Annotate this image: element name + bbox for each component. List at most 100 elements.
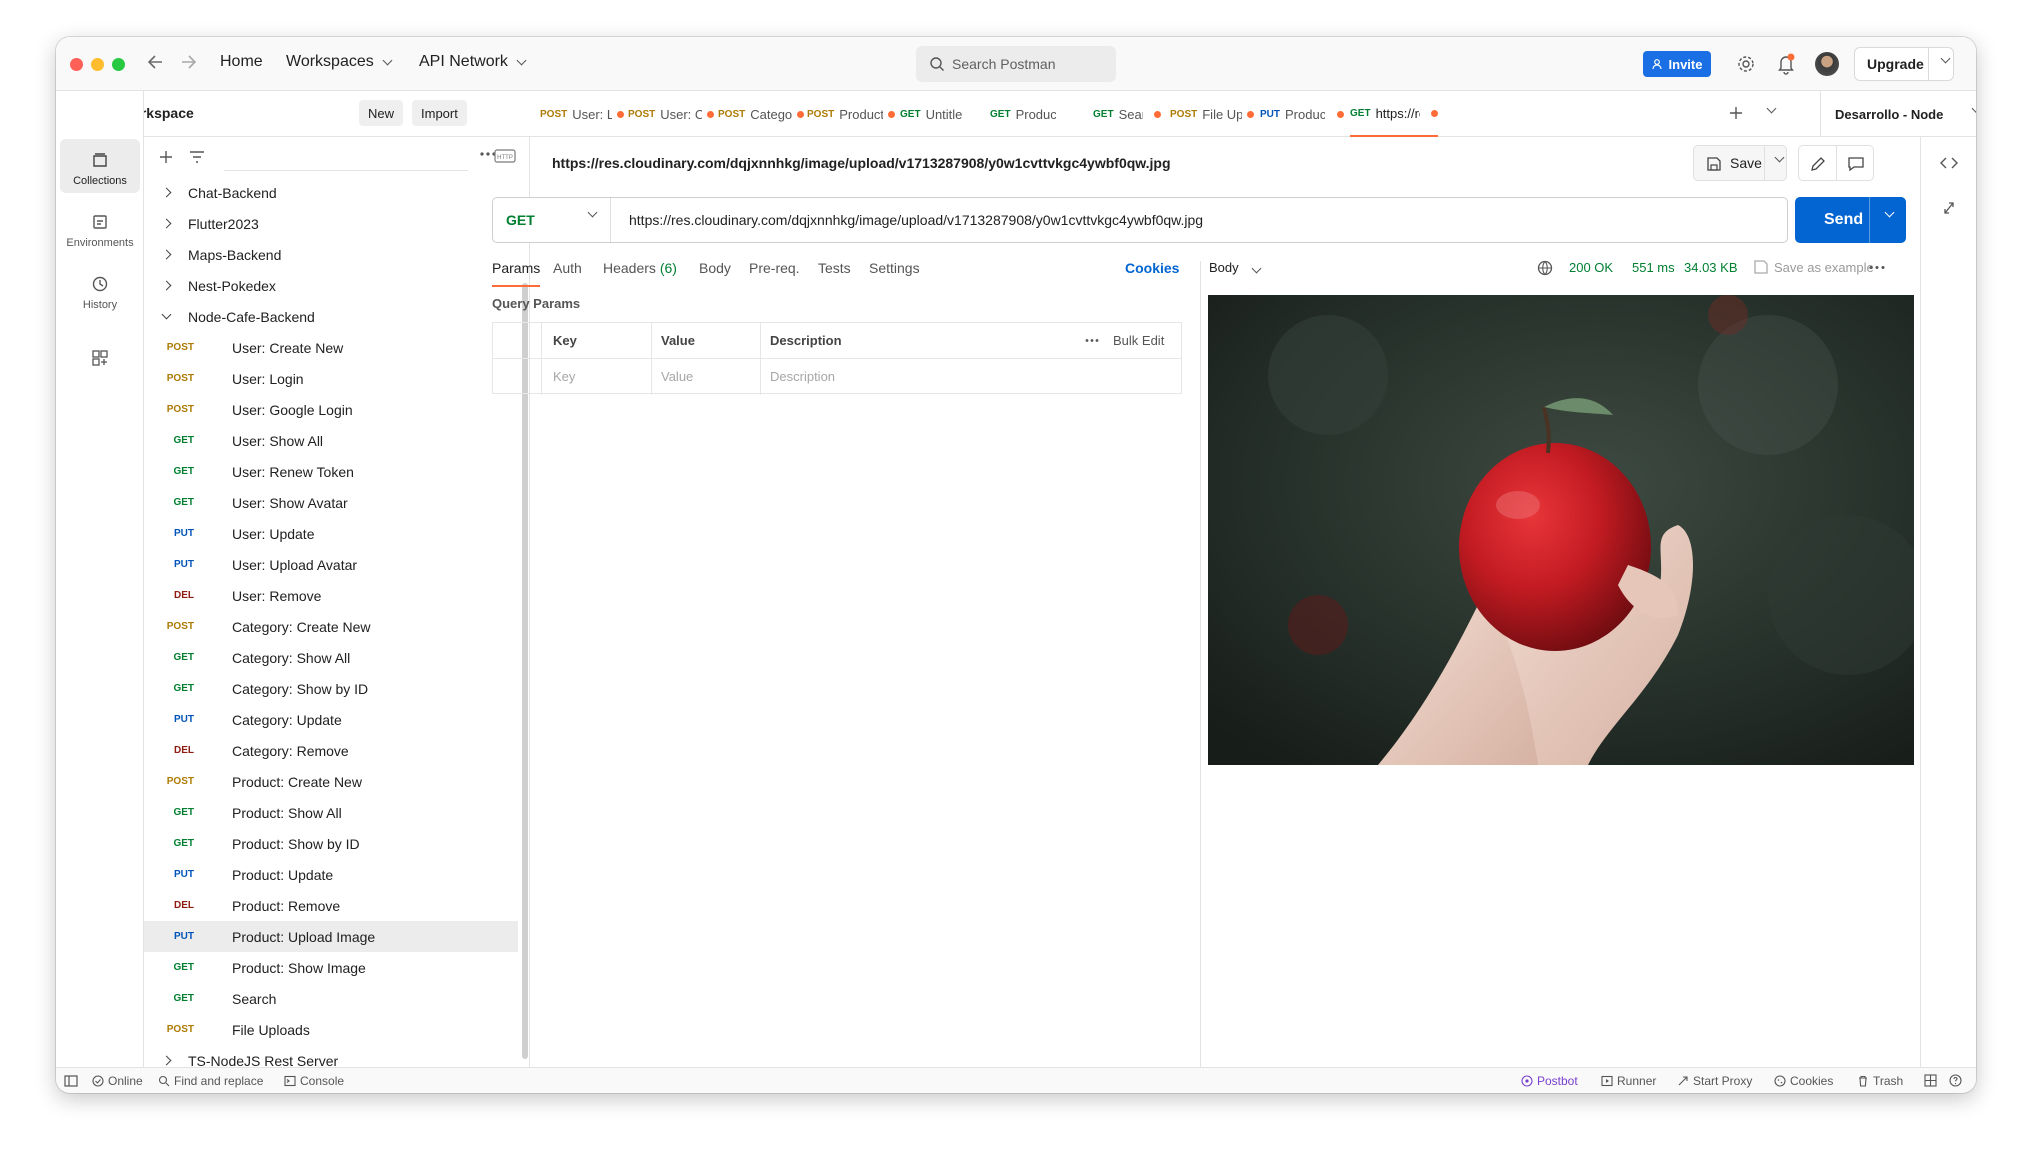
request-item[interactable]: PUT User: Upload Avatar	[144, 549, 518, 580]
request-tab[interactable]: POST Category:	[718, 91, 804, 137]
tab-auth[interactable]: Auth	[553, 260, 582, 276]
close-window-button[interactable]	[70, 58, 83, 71]
collection-folder[interactable]: Chat-Backend	[144, 177, 518, 208]
request-item[interactable]: POST File Uploads	[144, 1014, 518, 1045]
request-item[interactable]: PUT User: Update	[144, 518, 518, 549]
code-icon[interactable]	[1939, 155, 1959, 171]
request-tab[interactable]: GET Untitled Rec	[900, 91, 980, 137]
collection-folder[interactable]: Node-Cafe-Backend	[144, 301, 518, 332]
tabs-chevron-down-icon[interactable]	[1766, 103, 1777, 114]
collection-folder[interactable]: Flutter2023	[144, 208, 518, 239]
filter-input[interactable]	[224, 143, 468, 171]
request-item[interactable]: DEL Category: Remove	[144, 735, 518, 766]
tab-tests[interactable]: Tests	[818, 260, 851, 276]
rail-environments[interactable]: Environments	[60, 201, 140, 255]
request-tab[interactable]: GET Search	[1093, 91, 1161, 137]
value-input[interactable]: Value	[661, 369, 693, 384]
filter-icon[interactable]	[188, 149, 206, 165]
request-item[interactable]: GET User: Show Avatar	[144, 487, 518, 518]
avatar[interactable]	[1815, 52, 1839, 76]
tab-settings[interactable]: Settings	[869, 260, 920, 276]
response-size[interactable]: 34.03 KB	[1684, 260, 1738, 275]
tab-headers[interactable]: Headers (6)	[603, 260, 677, 276]
nav-home[interactable]: Home	[220, 53, 263, 71]
upgrade-button[interactable]: Upgrade	[1854, 47, 1954, 81]
new-tab-plus-icon[interactable]	[1728, 105, 1744, 121]
layout-icon[interactable]	[1924, 1074, 1937, 1087]
more-icon[interactable]	[1869, 265, 1885, 270]
request-item[interactable]: PUT Product: Upload Image	[144, 921, 518, 952]
request-item[interactable]: POST User: Google Login	[144, 394, 518, 425]
minimize-window-button[interactable]	[91, 58, 104, 71]
console-button[interactable]: Console	[284, 1074, 344, 1088]
request-item[interactable]: GET User: Renew Token	[144, 456, 518, 487]
tab-pre-request[interactable]: Pre-req.	[749, 260, 800, 276]
help-icon[interactable]	[1949, 1074, 1962, 1087]
search-input[interactable]: Search Postman	[916, 46, 1116, 82]
gear-icon[interactable]	[1736, 54, 1756, 74]
pencil-icon[interactable]	[1809, 155, 1827, 173]
request-item[interactable]: GET Product: Show All	[144, 797, 518, 828]
find-replace-button[interactable]: Find and replace	[158, 1074, 263, 1088]
response-body-tab[interactable]: Body	[1209, 260, 1262, 275]
postbot-button[interactable]: Postbot	[1521, 1074, 1578, 1088]
response-time[interactable]: 551 ms	[1632, 260, 1675, 275]
request-item[interactable]: DEL Product: Remove	[144, 890, 518, 921]
configure-workbench-icon[interactable]	[91, 349, 109, 367]
start-proxy-button[interactable]: Start Proxy	[1677, 1074, 1752, 1088]
rail-collections[interactable]: Collections	[60, 139, 140, 193]
response-status[interactable]: 200 OK	[1569, 260, 1613, 275]
collection-folder[interactable]: Maps-Backend	[144, 239, 518, 270]
request-item[interactable]: GET Category: Show All	[144, 642, 518, 673]
runner-button[interactable]: Runner	[1601, 1074, 1656, 1088]
chevron-down-icon[interactable]	[1884, 207, 1895, 218]
nav-api-network[interactable]: API Network	[419, 53, 527, 71]
comment-icon[interactable]	[1847, 155, 1865, 173]
bulk-edit-button[interactable]: Bulk Edit	[1113, 333, 1164, 348]
maximize-window-button[interactable]	[112, 58, 125, 71]
request-item[interactable]: PUT Category: Update	[144, 704, 518, 735]
globe-icon[interactable]	[1536, 259, 1554, 277]
request-tab[interactable]: PUT Product: U,	[1260, 91, 1344, 137]
request-tab[interactable]: POST Product: (	[807, 91, 895, 137]
sidebar-scrollbar[interactable]	[522, 283, 528, 1059]
import-button[interactable]: Import	[412, 100, 467, 126]
request-item[interactable]: GET Product: Show by ID	[144, 828, 518, 859]
save-button[interactable]: Save	[1693, 145, 1787, 181]
send-button[interactable]: Send	[1795, 197, 1906, 243]
rail-history[interactable]: History	[60, 263, 140, 317]
tab-body[interactable]: Body	[699, 260, 731, 276]
request-tab[interactable]: POST File Uploa	[1170, 91, 1254, 137]
toggle-sidebar-icon[interactable]	[64, 1074, 78, 1088]
description-input[interactable]: Description	[770, 369, 835, 384]
request-item[interactable]: POST User: Login	[144, 363, 518, 394]
back-arrow-icon[interactable]	[146, 50, 166, 74]
forward-arrow-icon[interactable]	[178, 50, 198, 74]
request-tab[interactable]: POST User: Cre	[628, 91, 714, 137]
collection-folder[interactable]: Nest-Pokedex	[144, 270, 518, 301]
url-input[interactable]: https://res.cloudinary.com/dqjxnnhkg/ima…	[629, 212, 1203, 228]
new-button[interactable]: New	[359, 100, 404, 126]
invite-button[interactable]: Invite	[1643, 51, 1711, 77]
request-item[interactable]: PUT Product: Update	[144, 859, 518, 890]
request-item[interactable]: GET Product: Show Image	[144, 952, 518, 983]
request-tab[interactable]: GET Product: Sh	[990, 91, 1074, 137]
request-item[interactable]: POST Product: Create New	[144, 766, 518, 797]
request-title[interactable]: https://res.cloudinary.com/dqjxnnhkg/ima…	[552, 155, 1171, 171]
key-input[interactable]: Key	[553, 369, 575, 384]
request-item[interactable]: GET User: Show All	[144, 425, 518, 456]
method-selector[interactable]: GET	[493, 198, 611, 242]
plus-icon[interactable]	[158, 149, 174, 165]
related-collections-icon[interactable]	[1941, 199, 1957, 217]
request-tab[interactable]: GET https://res.	[1350, 91, 1438, 137]
request-item[interactable]: POST User: Create New	[144, 332, 518, 363]
trash-button[interactable]: Trash	[1857, 1074, 1903, 1088]
nav-workspaces[interactable]: Workspaces	[286, 53, 393, 71]
request-item[interactable]: POST Category: Create New	[144, 611, 518, 642]
tab-params[interactable]: Params	[492, 260, 541, 287]
cookies-button[interactable]: Cookies	[1774, 1074, 1833, 1088]
request-item[interactable]: GET Search	[144, 983, 518, 1014]
save-as-example-button[interactable]: Save as example	[1774, 260, 1874, 275]
online-status[interactable]: Online	[92, 1074, 143, 1088]
chevron-down-icon[interactable]	[1940, 53, 1951, 64]
